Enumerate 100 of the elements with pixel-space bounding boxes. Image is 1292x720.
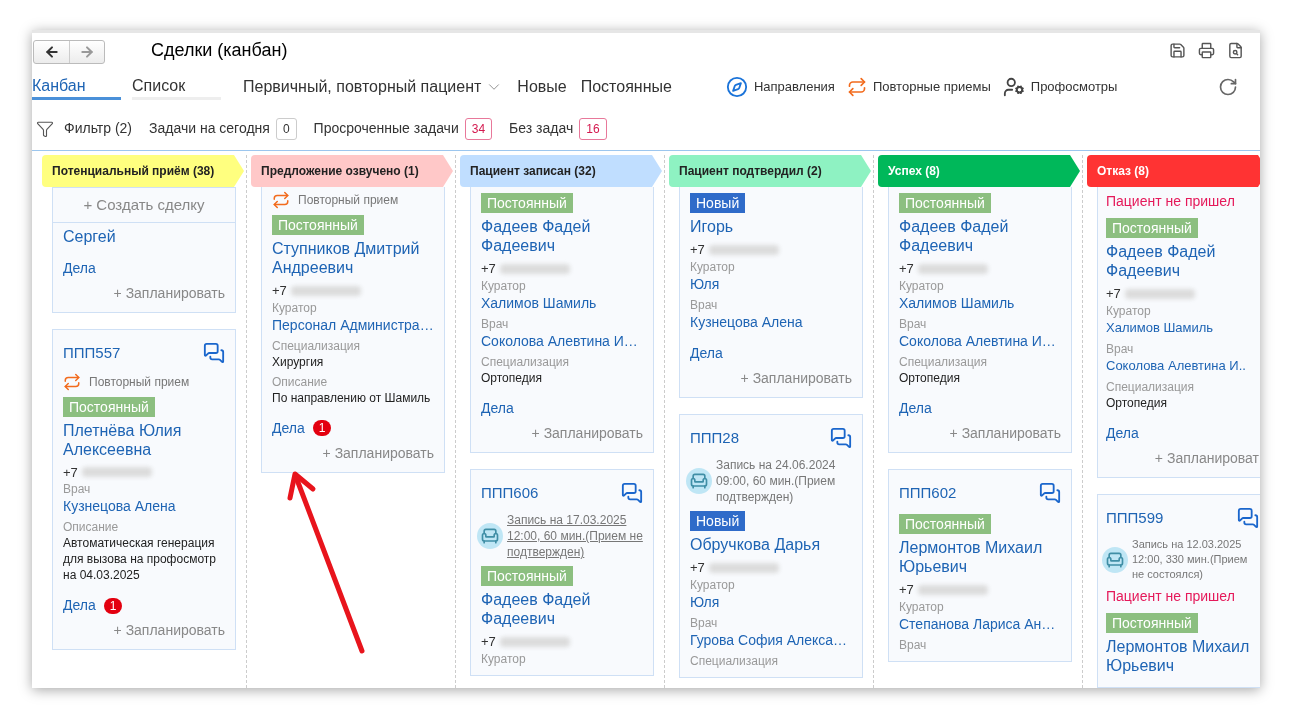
person-gear-icon <box>1002 76 1025 98</box>
chat-icon[interactable] <box>621 481 643 504</box>
deal-number[interactable]: ППП606 <box>481 481 539 504</box>
appointment-text[interactable]: Запись на 17.03.2025 12:00, 60 мин.(Прием не подтвержден) <box>507 512 643 560</box>
patient-name[interactable]: Фадеев Фадей Фадеевич <box>481 217 643 255</box>
field-value-link[interactable]: Персонал Администра… <box>272 315 434 334</box>
field-value-link[interactable]: Юля <box>690 274 852 293</box>
phone-blur <box>1124 288 1195 299</box>
counter-label[interactable]: Просроченные задачи <box>313 118 459 139</box>
phone-blur <box>499 263 570 274</box>
field-label: Куратор <box>1106 303 1152 319</box>
field-label: Куратор <box>481 278 527 294</box>
stage-title: Успех (8) <box>888 163 940 180</box>
tasks-link[interactable]: Дела <box>63 258 96 279</box>
filter-label[interactable]: Фильтр (2) <box>64 118 133 139</box>
schedule-link[interactable]: + Запланировать <box>740 367 852 389</box>
patient-tag: Постоянный <box>1106 218 1198 238</box>
phone-blur <box>917 584 988 595</box>
counter-label[interactable]: Задачи на сегодня <box>149 118 270 139</box>
field-value: По направлению от Шамиль <box>272 389 432 406</box>
chat-icon[interactable] <box>1039 481 1061 504</box>
patient-tag: Постоянный <box>63 396 155 417</box>
phone-blur <box>917 263 988 274</box>
deal-number[interactable]: ППП599 <box>1106 506 1164 529</box>
patient-name[interactable]: Фадеев Фадей Фадеевич <box>1106 242 1259 280</box>
quick-link[interactable]: Повторные приемы <box>872 77 991 97</box>
deal-number[interactable]: ППП557 <box>63 342 121 365</box>
schedule-link[interactable]: + Запланироват <box>1154 447 1259 469</box>
schedule-link[interactable]: + Запланировать <box>113 283 225 304</box>
field-value-link[interactable]: Соколова Алевтина И.. <box>1106 356 1259 375</box>
tasks-link[interactable]: Дела <box>272 417 305 439</box>
field-value-link[interactable]: Гурова София Алекса… <box>690 630 852 649</box>
field-value-link[interactable]: Кузнецова Алена <box>63 497 225 515</box>
schedule-link[interactable]: + Запланировать <box>113 620 225 641</box>
tasks-link[interactable]: Дела <box>899 397 932 419</box>
schedule-link[interactable]: + Запланировать <box>531 422 643 444</box>
phone-prefix: +7 <box>690 241 705 259</box>
quick-filter[interactable]: Постоянные <box>580 75 672 99</box>
field-value-link[interactable]: Степанова Лариса Ан… <box>899 614 1061 633</box>
patient-tag: Постоянный <box>899 514 991 534</box>
field-label: Куратор <box>899 278 945 294</box>
patient-name[interactable]: Плетнёва Юлия Алексеевна <box>63 420 225 459</box>
field-value-link[interactable]: Юля <box>690 592 852 611</box>
deal-number[interactable]: ППП28 <box>690 426 740 449</box>
view-tab[interactable]: Канбан <box>32 74 121 100</box>
patient-name[interactable]: Ступников Дмитрий Андреевич <box>272 239 434 277</box>
field-label: Специализация <box>899 354 989 370</box>
quick-link[interactable]: Профосмотры <box>1030 77 1118 97</box>
patient-name[interactable]: Сергей <box>63 227 225 246</box>
phone-prefix: +7 <box>481 260 496 278</box>
patient-tag: Новый <box>690 193 746 213</box>
chat-icon[interactable] <box>830 426 852 449</box>
phone-prefix: +7 <box>272 282 287 300</box>
tasks-link[interactable]: Дела <box>1106 422 1139 444</box>
schedule-link[interactable]: + Запланировать <box>322 442 434 464</box>
tasks-count-badge: 1 <box>103 597 123 614</box>
field-label: Специализация <box>272 338 362 354</box>
field-value: Ортопедия <box>481 369 543 386</box>
field-value-link[interactable]: Соколова Алевтина И… <box>899 331 1061 350</box>
phone-blur <box>708 244 779 255</box>
quick-filter[interactable]: Новые <box>517 75 567 99</box>
counter-label[interactable]: Без задач <box>509 118 574 139</box>
schedule-link[interactable]: + Запланировать <box>949 422 1061 444</box>
stage-title: Потенциальный приём (38) <box>52 163 215 180</box>
patient-name[interactable]: Фадеев Фадей Фадеевич <box>481 590 643 628</box>
create-deal-button[interactable]: + Создать сделку <box>52 187 236 223</box>
phone-prefix: +7 <box>1106 285 1121 303</box>
field-value-link[interactable]: Халимов Шамиль <box>1106 318 1259 337</box>
quick-link[interactable]: Направления <box>753 77 835 97</box>
field-value-link[interactable]: Халимов Шамиль <box>899 293 1061 312</box>
chat-icon[interactable] <box>203 342 225 365</box>
patient-name[interactable]: Лермонтов Михаил Юрьевич <box>1106 637 1259 675</box>
phone-prefix: +7 <box>690 559 705 577</box>
field-label: Специализация <box>690 653 780 669</box>
patient-name[interactable]: Лермонтов Михаил Юрьевич <box>899 538 1061 576</box>
repeat-label: Повторный прием <box>89 373 190 391</box>
patient-name[interactable]: Фадеев Фадей Фадеевич <box>899 217 1061 255</box>
filter-icon[interactable] <box>36 119 54 138</box>
view-tab[interactable]: Список <box>132 74 221 100</box>
chat-icon[interactable] <box>1237 506 1259 529</box>
patient-name[interactable]: Игорь <box>690 217 852 236</box>
tasks-link[interactable]: Дела <box>63 595 96 616</box>
save-icon[interactable] <box>1169 41 1186 59</box>
print-icon[interactable] <box>1198 41 1215 59</box>
stage-title: Предложение озвучено (1) <box>261 163 419 180</box>
refresh-icon[interactable] <box>1218 77 1238 97</box>
field-value-link[interactable]: Халимов Шамиль <box>481 293 643 312</box>
tasks-link[interactable]: Дела <box>481 397 514 419</box>
field-label: Специализация <box>1106 379 1196 395</box>
field-value-link[interactable]: Соколова Алевтина И… <box>481 331 643 350</box>
field-value-link[interactable]: Кузнецова Алена <box>690 312 852 331</box>
repeat-label: Повторный прием <box>298 192 399 209</box>
tasks-link[interactable]: Дела <box>690 342 723 364</box>
appointment-text: Запись на 12.03.2025 12:00, 330 мин.(Прием не состоялся) <box>1132 537 1249 582</box>
patient-name[interactable]: Обручкова Дарья <box>690 535 852 554</box>
segment-dropdown[interactable]: Первичный, повторный пациент <box>243 75 504 99</box>
patient-tag: Постоянный <box>899 193 991 213</box>
field-value: Ортопедия <box>1106 394 1168 411</box>
preview-icon[interactable] <box>1227 41 1244 59</box>
deal-number[interactable]: ППП602 <box>899 481 957 504</box>
